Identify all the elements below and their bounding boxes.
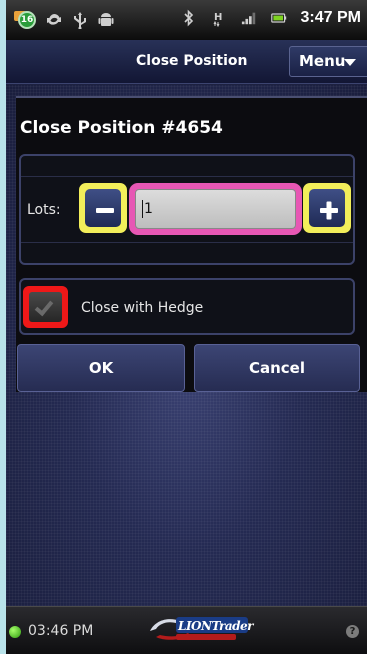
bluetooth-icon: [181, 9, 197, 27]
title-bar: Close Position Menu: [6, 40, 367, 84]
sync-icon: [46, 11, 62, 29]
network-h-icon: H: [211, 9, 227, 27]
lots-value: 1: [144, 201, 153, 217]
help-icon[interactable]: ?: [346, 625, 359, 638]
notification-icon[interactable]: 16: [14, 9, 36, 31]
cancel-button[interactable]: Cancel: [194, 344, 360, 392]
hedge-checkbox-highlight: [23, 286, 68, 328]
status-bar: 16 H 3:47 PM: [6, 0, 367, 40]
text-cursor: [142, 200, 143, 218]
liontrader-logo: LIONTrader: [146, 615, 256, 645]
divider: [21, 242, 353, 243]
chevron-down-icon: [344, 59, 356, 66]
close-position-dialog: Close Position #4654 Lots: 1 Close with …: [16, 96, 367, 392]
page-title: Close Position: [136, 53, 248, 69]
ok-button[interactable]: OK: [17, 344, 185, 392]
plus-icon: [309, 189, 345, 227]
menu-button[interactable]: Menu: [289, 46, 367, 77]
lots-panel: Lots: 1: [19, 154, 355, 265]
divider: [21, 176, 353, 177]
phone-screen: 16 H 3:47 PM Close Position Menu Close P…: [6, 0, 367, 654]
status-time: 3:47 PM: [300, 9, 361, 26]
lots-input[interactable]: 1: [135, 189, 296, 229]
increase-lots-button[interactable]: [303, 183, 351, 233]
menu-label: Menu: [299, 52, 346, 70]
decrease-lots-button[interactable]: [79, 183, 127, 233]
dialog-title: Close Position #4654: [20, 118, 223, 138]
notification-count: 16: [18, 11, 36, 29]
check-icon: [34, 296, 54, 317]
lots-input-highlight: 1: [129, 183, 302, 235]
android-debug-icon: [98, 11, 114, 29]
logo-text: LIONTrader: [178, 619, 253, 633]
server-time: 03:46 PM: [28, 623, 94, 639]
hedge-label: Close with Hedge: [81, 300, 204, 316]
connection-status-icon: [9, 626, 21, 638]
signal-icon: [241, 9, 257, 27]
minus-icon: [85, 189, 121, 227]
close-with-hedge-checkbox[interactable]: [29, 292, 62, 322]
usb-icon: [72, 11, 88, 29]
hedge-panel: Close with Hedge: [19, 278, 355, 335]
svg-text:H: H: [214, 12, 222, 23]
bottom-bar: 03:46 PM LIONTrader ?: [6, 606, 367, 654]
battery-icon: [270, 9, 287, 27]
lots-label: Lots:: [27, 202, 61, 218]
